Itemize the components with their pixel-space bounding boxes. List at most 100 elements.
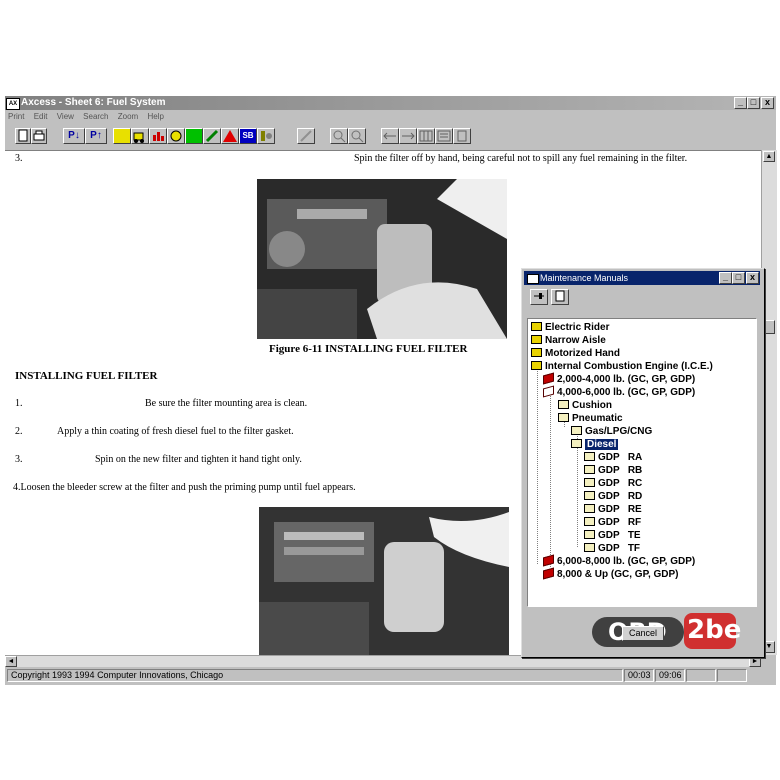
print-icon[interactable]: [31, 128, 47, 144]
step-3b-text: Spin on the new filter and tighten it ha…: [95, 454, 302, 465]
scroll-up-arrow-icon[interactable]: ▲: [763, 151, 775, 162]
forklift-icon[interactable]: [131, 128, 149, 144]
folder-icon: [584, 452, 595, 461]
maximize-button[interactable]: □: [747, 97, 760, 109]
folder-icon: [584, 517, 595, 526]
menu-print[interactable]: Print: [8, 112, 24, 121]
step-3b-number: 3.: [15, 454, 23, 465]
clock-time: 09:06: [655, 669, 685, 682]
menu-bar: Print Edit View Search Zoom Help: [5, 110, 776, 124]
columns-icon[interactable]: [417, 128, 435, 144]
pin-icon[interactable]: [530, 289, 548, 305]
obd2be-watermark-logo: OBD 2be: [592, 613, 760, 651]
tree-item-diesel[interactable]: Diesel: [571, 438, 619, 451]
close-button[interactable]: x: [761, 97, 774, 109]
clock-icon[interactable]: [167, 128, 185, 144]
menu-view[interactable]: View: [57, 112, 74, 121]
book-icon: [531, 335, 542, 344]
cancel-button[interactable]: Cancel: [622, 626, 664, 641]
warning-icon[interactable]: [221, 128, 239, 144]
arrow-left-icon[interactable]: [381, 128, 399, 144]
step-3-number: 3.: [15, 153, 23, 164]
open-red-book-icon: [543, 385, 554, 398]
logo-text-2be: 2be: [687, 615, 742, 645]
tree-item-gdp-rb[interactable]: GDP RB: [584, 464, 642, 477]
second-figure-photo: [259, 507, 509, 656]
chart-icon[interactable]: [149, 128, 167, 144]
tree-item-gdp-re[interactable]: GDP RE: [584, 503, 642, 516]
tree-item-gdp-rf[interactable]: GDP RF: [584, 516, 641, 529]
list-icon[interactable]: [435, 128, 453, 144]
tree-item-motorized-hand[interactable]: Motorized Hand: [531, 347, 620, 360]
axcess-app-icon: AX: [6, 98, 20, 110]
folder-icon: [584, 491, 595, 500]
minimize-button[interactable]: _: [734, 97, 747, 109]
maintenance-manuals-dialog: Maintenance Manuals _ □ x Electric Rider…: [521, 268, 765, 658]
step-1-text: Be sure the filter mounting area is clea…: [145, 398, 308, 409]
tree-item-gdp-tf[interactable]: GDP TF: [584, 542, 640, 555]
elapsed-time: 00:03: [624, 669, 654, 682]
title-bar[interactable]: AX Axcess - Sheet 6: Fuel System _ □ x: [5, 96, 776, 110]
tree-item-gdp-te[interactable]: GDP TE: [584, 529, 641, 542]
folder-icon: [584, 504, 595, 513]
parts-icon[interactable]: [257, 128, 275, 144]
red-book-icon: [543, 372, 554, 385]
copyright-text: Copyright 1993 1994 Computer Innovations…: [7, 669, 623, 682]
step-1-number: 1.: [15, 398, 23, 409]
menu-help[interactable]: Help: [147, 112, 163, 121]
folder-icon: [584, 478, 595, 487]
tree-item-ice[interactable]: Internal Combustion Engine (I.C.E.): [531, 360, 713, 373]
window-title: Axcess - Sheet 6: Fuel System: [21, 97, 166, 108]
tree-line: [550, 391, 551, 567]
folder-icon: [571, 426, 582, 435]
new-page-icon[interactable]: [15, 128, 31, 144]
mps-icon[interactable]: [113, 128, 131, 144]
open-book-icon: [531, 361, 542, 370]
dialog-minimize-button[interactable]: _: [719, 272, 732, 284]
tree-item-8000-up[interactable]: 8,000 & Up (GC, GP, GDP): [543, 567, 679, 581]
page-up-button[interactable]: P↑: [85, 128, 107, 144]
dialog-title-bar[interactable]: Maintenance Manuals _ □ x: [524, 271, 760, 285]
arrow-right-icon[interactable]: [399, 128, 417, 144]
open-folder-icon: [558, 413, 569, 422]
tree-item-gdp-ra[interactable]: GDP RA: [584, 451, 642, 464]
folder-icon: [584, 465, 595, 474]
dialog-maximize-button[interactable]: □: [732, 272, 745, 284]
step-2-text: Apply a thin coating of fresh diesel fue…: [57, 426, 294, 437]
step-4-text: 4.Loosen the bleeder screw at the filter…: [13, 482, 356, 493]
scroll-left-arrow-icon[interactable]: ◄: [5, 656, 17, 667]
document-icon[interactable]: [551, 289, 569, 305]
menu-search[interactable]: Search: [83, 112, 108, 121]
page-icon[interactable]: [453, 128, 471, 144]
window-icon: [527, 274, 539, 284]
section-heading: INSTALLING FUEL FILTER: [15, 370, 158, 382]
figure-caption: Figure 6-11 INSTALLING FUEL FILTER: [269, 343, 468, 355]
dialog-close-button[interactable]: x: [746, 272, 759, 284]
tree-item-cushion[interactable]: Cushion: [558, 399, 612, 412]
step-2-number: 2.: [15, 426, 23, 437]
tree-item-gas-lpg-cng[interactable]: Gas/LPG/CNG: [571, 425, 652, 438]
tree-item-pneumatic[interactable]: Pneumatic: [558, 412, 623, 425]
tree-item-6000-8000[interactable]: 6,000-8,000 lb. (GC, GP, GDP): [543, 554, 695, 568]
wrench-icon[interactable]: [203, 128, 221, 144]
book-icon: [531, 348, 542, 357]
menu-edit[interactable]: Edit: [34, 112, 48, 121]
toolbar: P↓ P↑ SB: [5, 126, 776, 146]
tree-item-narrow-aisle[interactable]: Narrow Aisle: [531, 334, 606, 347]
pencil-icon[interactable]: [297, 128, 315, 144]
status-panel-empty-1: [686, 669, 716, 682]
zoom-in-icon[interactable]: [330, 128, 348, 144]
tree-item-gdp-rd[interactable]: GDP RD: [584, 490, 642, 503]
folder-icon: [558, 400, 569, 409]
menu-zoom[interactable]: Zoom: [118, 112, 138, 121]
tree-item-electric-rider[interactable]: Electric Rider: [531, 321, 609, 334]
page-down-button[interactable]: P↓: [63, 128, 85, 144]
open-folder-icon: [571, 439, 582, 448]
zoom-out-icon[interactable]: [348, 128, 366, 144]
tree-item-2000-4000[interactable]: 2,000-4,000 lb. (GC, GP, GDP): [543, 372, 695, 386]
tree-item-gdp-rc[interactable]: GDP RC: [584, 477, 642, 490]
service-bulletin-button[interactable]: SB: [239, 128, 257, 144]
manual-tree-view[interactable]: Electric Rider Narrow Aisle Motorized Ha…: [527, 318, 757, 607]
green-tool-icon[interactable]: [185, 128, 203, 144]
tree-item-4000-6000[interactable]: 4,000-6,000 lb. (GC, GP, GDP): [543, 385, 695, 399]
